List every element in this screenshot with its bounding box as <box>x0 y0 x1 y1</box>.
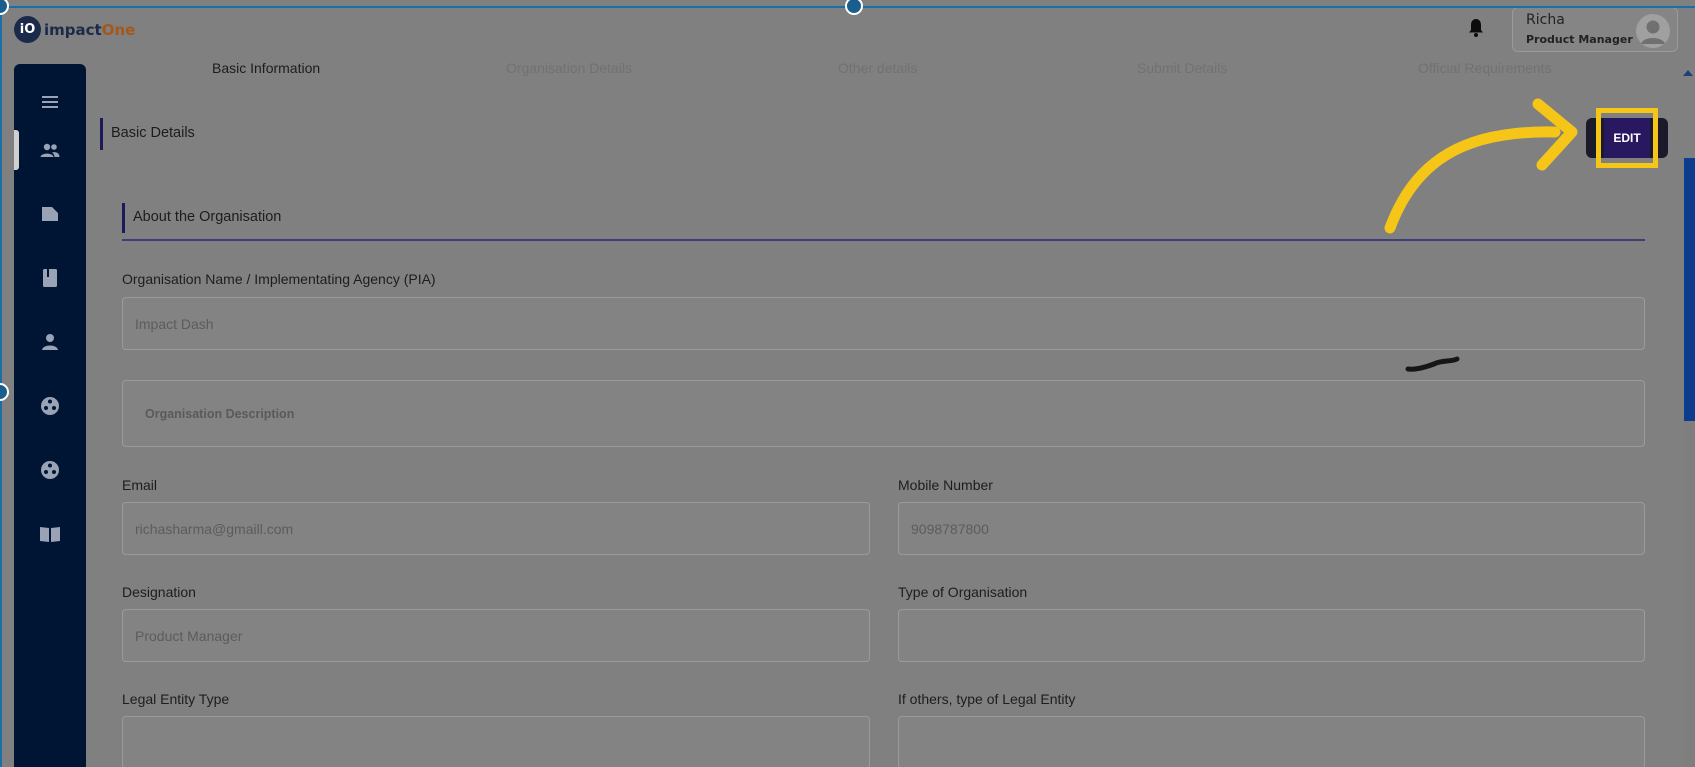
scroll-up-arrow-icon[interactable] <box>1683 70 1693 76</box>
user-name: Richa <box>1526 12 1565 28</box>
menu-icon[interactable] <box>38 90 62 114</box>
designation-field[interactable]: Product Manager <box>122 609 870 662</box>
mobile-value: 9098787800 <box>911 520 989 537</box>
legal-entity-field[interactable] <box>122 716 870 767</box>
org-type-label: Type of Organisation <box>898 584 1028 600</box>
about-accent-bar <box>122 203 125 233</box>
scrollbar-thumb[interactable] <box>1684 158 1695 421</box>
resize-handle-left[interactable] <box>0 383 9 401</box>
user-role: Product Manager <box>1526 33 1633 46</box>
mobile-label: Mobile Number <box>898 477 993 493</box>
step-other-details[interactable]: Other details <box>838 60 917 76</box>
email-value: richasharma@gmaill.com <box>135 520 294 537</box>
bell-icon[interactable] <box>1467 18 1485 38</box>
logo-mark: iO <box>14 16 41 43</box>
user-menu[interactable]: Richa Product Manager <box>1512 7 1678 52</box>
folder-icon[interactable] <box>38 202 62 226</box>
basic-details-title: Basic Details <box>111 125 195 141</box>
about-section-title: About the Organisation <box>133 209 282 225</box>
designation-value: Product Manager <box>135 627 243 644</box>
logo-text: impactOne <box>44 20 136 39</box>
step-official-requirements[interactable]: Official Requirements <box>1418 60 1552 76</box>
org-type-field[interactable] <box>898 609 1645 662</box>
callout-arrow-icon <box>1384 98 1578 234</box>
film-reel-icon[interactable] <box>38 458 62 482</box>
edit-button[interactable]: EDIT <box>1604 118 1650 158</box>
sidebar <box>14 64 86 767</box>
section-divider <box>122 239 1645 241</box>
mobile-field[interactable]: 9098787800 <box>898 502 1645 555</box>
step-basic-information[interactable]: Basic Information <box>212 60 320 76</box>
open-book-icon[interactable] <box>38 522 62 546</box>
step-organisation-details[interactable]: Organisation Details <box>506 60 632 76</box>
person-icon[interactable] <box>38 330 62 354</box>
book-icon[interactable] <box>38 266 62 290</box>
step-submit-details[interactable]: Submit Details <box>1137 60 1227 76</box>
org-description-field[interactable]: Organisation Description <box>122 380 1645 447</box>
user-avatar-icon[interactable] <box>1636 14 1670 48</box>
org-name-value: Impact Dash <box>135 315 214 332</box>
legal-other-field[interactable] <box>898 716 1645 767</box>
edit-button-container: EDIT <box>1586 118 1668 158</box>
basic-details-accent-bar <box>100 118 103 150</box>
org-description-label: Organisation Description <box>145 406 295 421</box>
org-name-label: Organisation Name / Implementating Agenc… <box>122 271 436 287</box>
legal-other-label: If others, type of Legal Entity <box>898 691 1076 707</box>
designation-label: Designation <box>122 584 196 600</box>
legal-entity-label: Legal Entity Type <box>122 691 230 707</box>
film-reel-icon[interactable] <box>38 394 62 418</box>
email-label: Email <box>122 477 158 493</box>
sidebar-active-marker <box>14 130 19 170</box>
email-field[interactable]: richasharma@gmaill.com <box>122 502 870 555</box>
org-name-field[interactable]: Impact Dash <box>122 297 1645 350</box>
pen-scribble-mark <box>1405 356 1460 372</box>
people-icon[interactable] <box>38 138 62 162</box>
app-logo[interactable]: iO impactOne <box>14 16 135 43</box>
